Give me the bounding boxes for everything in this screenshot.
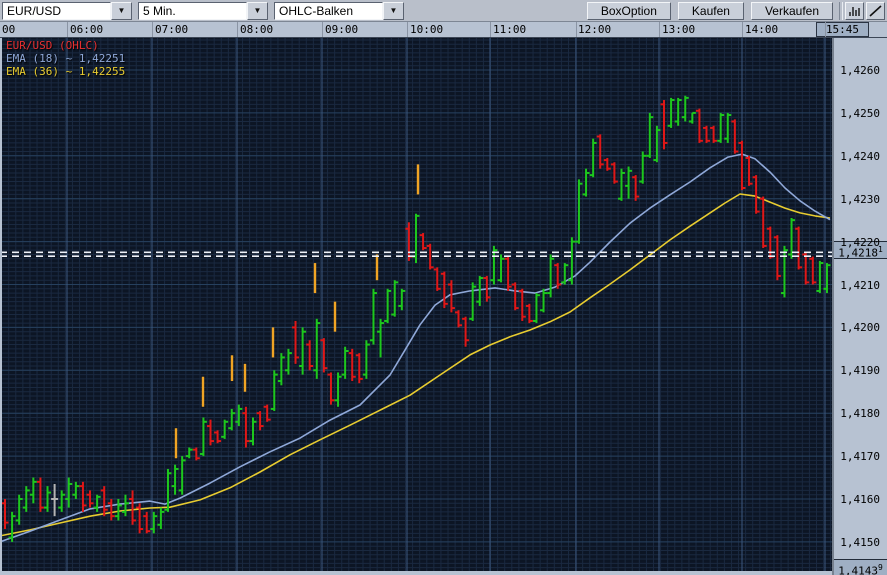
chevron-down-icon[interactable]: ▼ bbox=[111, 1, 132, 20]
interval-select[interactable]: 5 Min. ▼ bbox=[138, 1, 268, 20]
price-axis: 1,42181 1,41439 1,4260 1,4250 1,4240 1,4230… bbox=[832, 38, 887, 575]
time-axis-tick bbox=[490, 22, 491, 37]
chevron-down-icon[interactable]: ▼ bbox=[247, 1, 268, 20]
time-axis-tick bbox=[237, 22, 238, 37]
chart-area[interactable]: EUR/USD (OHLC) EMA (18) ~ 1,42251 EMA (3… bbox=[0, 38, 832, 575]
line-tool-icon bbox=[869, 4, 882, 17]
time-axis-tick bbox=[67, 22, 68, 37]
time-label: 08:00 bbox=[240, 23, 274, 36]
chevron-down-icon[interactable]: ▼ bbox=[383, 1, 404, 20]
symbol-select-value[interactable]: EUR/USD bbox=[2, 1, 111, 20]
time-label: 00 bbox=[2, 23, 16, 36]
time-label: 07:00 bbox=[155, 23, 189, 36]
bars-icon-button[interactable] bbox=[845, 1, 864, 20]
time-label: 14:00 bbox=[745, 23, 779, 36]
interval-select-value[interactable]: 5 Min. bbox=[138, 1, 247, 20]
symbol-select[interactable]: EUR/USD ▼ bbox=[2, 1, 132, 20]
price-tick-label: 1,4220 bbox=[840, 235, 880, 249]
time-axis-tick bbox=[825, 22, 826, 37]
buy-button[interactable]: Kaufen bbox=[677, 1, 744, 20]
price-tick-label: 1,4170 bbox=[840, 450, 880, 464]
price-tick-label: 1,4190 bbox=[840, 364, 880, 378]
price-tick-label: 1,4240 bbox=[840, 149, 880, 163]
time-axis-tick bbox=[322, 22, 323, 37]
price-tick-label: 1,4150 bbox=[840, 535, 880, 549]
chart-bottom-border bbox=[0, 571, 832, 575]
toolbar: EUR/USD ▼ 5 Min. ▼ OHLC-Balken ▼ BoxOpti… bbox=[0, 0, 887, 22]
time-axis-tick bbox=[152, 22, 153, 37]
time-label: 09:00 bbox=[325, 23, 359, 36]
bars-icon bbox=[849, 6, 860, 16]
chart-type-select[interactable]: OHLC-Balken ▼ bbox=[274, 1, 404, 20]
time-axis-tick bbox=[742, 22, 743, 37]
line-tool-button[interactable] bbox=[866, 1, 885, 20]
time-axis-tick bbox=[407, 22, 408, 37]
price-tick-label: 1,4180 bbox=[840, 407, 880, 421]
time-axis: 15:45 00 06:00 07:00 08:00 09:00 10:00 11:00 12… bbox=[0, 22, 887, 38]
price-tick-label: 1,4260 bbox=[840, 64, 880, 77]
time-label: 12:00 bbox=[578, 23, 612, 36]
time-label: 10:00 bbox=[410, 23, 444, 36]
time-label: 06:00 bbox=[70, 23, 104, 36]
boxoption-button[interactable]: BoxOption bbox=[586, 1, 671, 20]
price-tick-label: 1,4160 bbox=[840, 493, 880, 506]
legend-symbol: EUR/USD (OHLC) bbox=[6, 39, 99, 52]
session-low-sup: 9 bbox=[877, 563, 883, 573]
toolbar-separator bbox=[839, 1, 843, 20]
ohlc-chart[interactable] bbox=[0, 38, 832, 575]
price-tick-label: 1,4250 bbox=[840, 106, 880, 120]
session-low-badge: 1,41439 bbox=[834, 559, 887, 575]
price-tick-label: 1,4210 bbox=[840, 278, 880, 292]
chart-type-select-value[interactable]: OHLC-Balken bbox=[274, 1, 383, 20]
time-label: 11:00 bbox=[493, 23, 527, 36]
time-label: 13:00 bbox=[662, 23, 696, 36]
price-tick-label: 1,4200 bbox=[840, 321, 880, 335]
chart-legend: EUR/USD (OHLC) EMA (18) ~ 1,42251 EMA (3… bbox=[6, 39, 125, 78]
chart-left-border bbox=[0, 38, 2, 575]
current-time-badge: 15:45 bbox=[816, 22, 869, 37]
time-axis-tick bbox=[659, 22, 660, 37]
price-tick-label: 1,4230 bbox=[840, 192, 880, 206]
sell-button[interactable]: Verkaufen bbox=[750, 1, 833, 20]
session-low-value: 1,4143 bbox=[838, 564, 878, 575]
trading-window: EUR/USD ▼ 5 Min. ▼ OHLC-Balken ▼ BoxOpti… bbox=[0, 0, 887, 575]
legend-ema18: EMA (18) ~ 1,42251 bbox=[6, 52, 126, 65]
legend-ema36: EMA (36) ~ 1,42255 bbox=[6, 65, 126, 78]
time-axis-tick bbox=[576, 22, 577, 37]
